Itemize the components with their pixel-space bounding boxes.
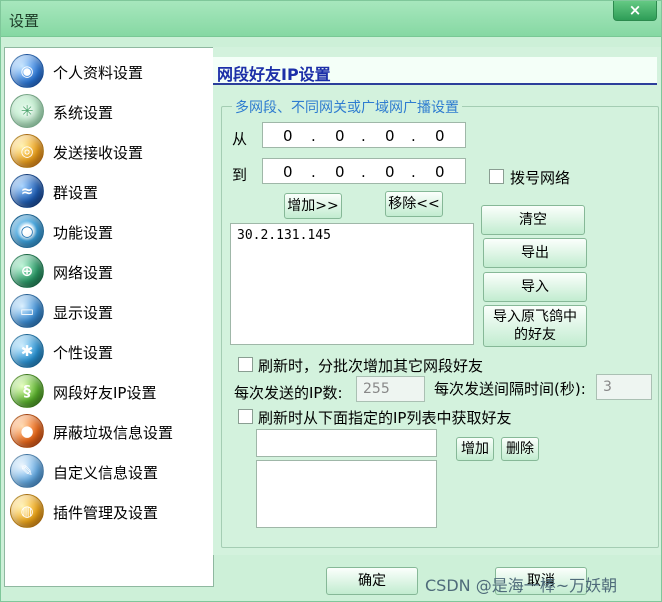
ok-button[interactable]: 确定 xyxy=(326,567,418,595)
import-old-friends-button[interactable]: 导入原飞鸽中 的好友 xyxy=(483,305,587,347)
display-orb-icon: ▭ xyxy=(10,294,44,328)
close-button[interactable]: × xyxy=(613,1,657,21)
settings-sidebar: ◉ 个人资料设置 ✳ 系统设置 ◎ 发送接收设置 ≈ 群设置 ○ 功能设置 ⊕ … xyxy=(4,47,214,587)
sidebar-item-system[interactable]: ✳ 系统设置 xyxy=(5,91,213,131)
window-title: 设置 xyxy=(9,12,40,30)
sidebar-item-network[interactable]: ⊕ 网络设置 xyxy=(5,251,213,291)
group-legend: 多网段、不同网关或广域网广播设置 xyxy=(232,97,462,117)
pencil-orb-icon: ✎ xyxy=(10,454,44,488)
sidebar-item-personal[interactable]: ✱ 个性设置 xyxy=(5,331,213,371)
sidebar-item-display[interactable]: ▭ 显示设置 xyxy=(5,291,213,331)
globe-blue-icon: ◉ xyxy=(10,54,44,88)
interval-input[interactable]: 3 xyxy=(596,374,652,400)
interval-label: 每次发送间隔时间(秒): xyxy=(434,380,586,398)
red-orange-orb-icon: ● xyxy=(10,414,44,448)
refresh-from-list-checkbox[interactable] xyxy=(238,409,253,424)
blue-ring-icon: ○ xyxy=(10,214,44,248)
sidebar-item-spam-block[interactable]: ● 屏蔽垃圾信息设置 xyxy=(5,411,213,451)
settings-window: 设置 × ◉ 个人资料设置 ✳ 系统设置 ◎ 发送接收设置 ≈ 群设置 ○ 功能… xyxy=(0,0,662,602)
refresh-from-list-label: 刷新时从下面指定的IP列表中获取好友 xyxy=(258,409,512,427)
import-button[interactable]: 导入 xyxy=(483,272,587,302)
ip-range-list[interactable]: 30.2.131.145 xyxy=(230,223,474,345)
refresh-batch-label: 刷新时，分批次增加其它网段好友 xyxy=(258,357,484,375)
to-ip-input[interactable]: 0 . 0 . 0 . 0 xyxy=(262,158,466,184)
delete-specified-ip-button[interactable]: 删除 xyxy=(501,437,539,461)
to-label: 到 xyxy=(232,166,248,184)
add-specified-ip-button[interactable]: 增加 xyxy=(456,437,494,461)
clear-button[interactable]: 清空 xyxy=(481,205,585,235)
sidebar-item-profile[interactable]: ◉ 个人资料设置 xyxy=(5,51,213,91)
dialup-checkbox[interactable] xyxy=(489,169,504,184)
orange-orb-icon: ◎ xyxy=(10,134,44,168)
panel-header: 网段好友IP设置 xyxy=(213,57,657,85)
panel-title: 网段好友IP设置 xyxy=(217,65,331,84)
sidebar-item-group[interactable]: ≈ 群设置 xyxy=(5,171,213,211)
list-item[interactable]: 30.2.131.145 xyxy=(237,228,331,243)
sidebar-item-plugins[interactable]: ◍ 插件管理及设置 xyxy=(5,491,213,531)
title-bar: 设置 × xyxy=(1,1,661,37)
sidebar-item-function[interactable]: ○ 功能设置 xyxy=(5,211,213,251)
from-ip-input[interactable]: 0 . 0 . 0 . 0 xyxy=(262,122,466,148)
per-send-ip-label: 每次发送的IP数: xyxy=(234,384,343,402)
export-button[interactable]: 导出 xyxy=(483,238,587,268)
dialup-label: 拨号网络 xyxy=(510,169,571,187)
plugin-orb-icon: ◍ xyxy=(10,494,44,528)
remove-ip-button[interactable]: 移除<< xyxy=(385,191,443,217)
watermark-text: CSDN @是海一棒~万妖朝 xyxy=(425,576,618,595)
blue-globe-swoosh-icon: ≈ xyxy=(10,174,44,208)
refresh-batch-checkbox[interactable] xyxy=(238,357,253,372)
specified-ip-list[interactable] xyxy=(256,460,437,528)
sidebar-item-segment-ip[interactable]: § 网段好友IP设置 xyxy=(5,371,213,411)
per-send-ip-input[interactable]: 255 xyxy=(356,376,425,402)
network-globe-icon: ⊕ xyxy=(10,254,44,288)
from-label: 从 xyxy=(232,130,248,148)
sidebar-item-send-receive[interactable]: ◎ 发送接收设置 xyxy=(5,131,213,171)
add-ip-button[interactable]: 增加>> xyxy=(284,193,342,219)
green-swirl-icon: § xyxy=(10,374,44,408)
sidebar-item-custom-info[interactable]: ✎ 自定义信息设置 xyxy=(5,451,213,491)
sparkle-green-icon: ✳ xyxy=(10,94,44,128)
star-orb-icon: ✱ xyxy=(10,334,44,368)
specified-ip-input[interactable] xyxy=(256,429,437,457)
